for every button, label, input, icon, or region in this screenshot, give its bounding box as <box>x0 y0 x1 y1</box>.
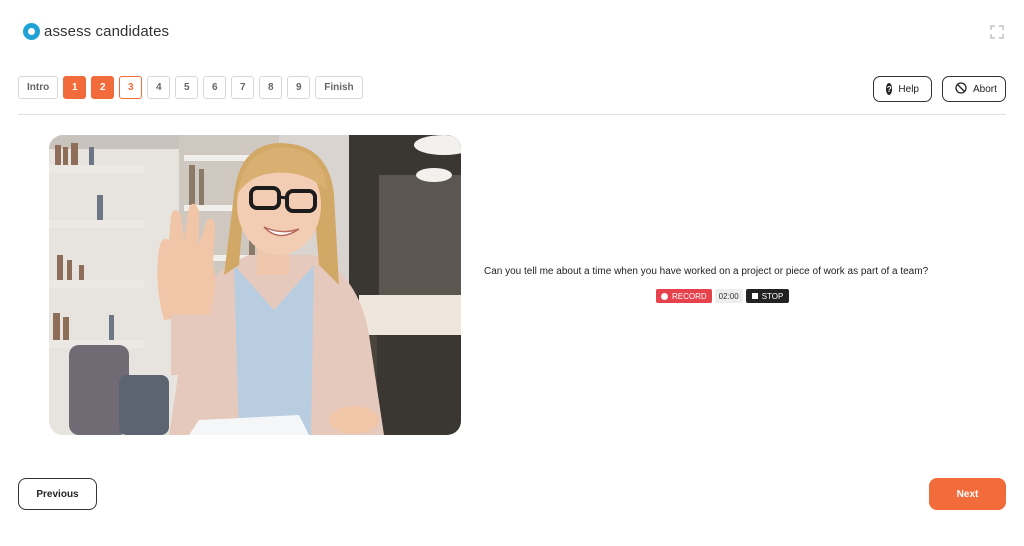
previous-button[interactable]: Previous <box>18 478 97 510</box>
recorder-controls: RECORD 02:00 STOP <box>656 289 790 303</box>
abort-icon <box>955 81 967 97</box>
next-button[interactable]: Next <box>929 478 1006 510</box>
record-dot-icon <box>661 292 668 300</box>
header-divider <box>18 114 1006 115</box>
step-8[interactable]: 8 <box>259 76 283 99</box>
help-label: Help <box>898 83 919 95</box>
brand-logo: assess candidates <box>23 23 169 40</box>
record-button[interactable]: RECORD <box>656 289 712 303</box>
stop-label: STOP <box>761 291 784 301</box>
stop-button[interactable]: STOP <box>745 289 790 303</box>
stop-square-icon <box>751 293 758 299</box>
step-1[interactable]: 1 <box>63 76 87 99</box>
step-navigation: Intro 1 2 3 4 5 6 7 8 9 Finish <box>18 76 363 99</box>
step-2[interactable]: 2 <box>91 76 115 99</box>
step-finish[interactable]: Finish <box>315 76 363 99</box>
step-6[interactable]: 6 <box>203 76 227 99</box>
record-label: RECORD <box>672 291 707 301</box>
record-timer: 02:00 <box>714 289 743 303</box>
step-7[interactable]: 7 <box>231 76 255 99</box>
question-text: Can you tell me about a time when you ha… <box>484 266 929 277</box>
logo-mark-icon <box>23 23 40 40</box>
step-5[interactable]: 5 <box>175 76 199 99</box>
step-4[interactable]: 4 <box>147 76 171 99</box>
step-9[interactable]: 9 <box>287 76 311 99</box>
step-3[interactable]: 3 <box>119 76 143 99</box>
interviewer-image <box>49 135 461 435</box>
brand-name: assess candidates <box>44 23 170 40</box>
interviewer-video <box>49 135 461 435</box>
step-intro[interactable]: Intro <box>18 76 59 99</box>
expand-icon[interactable] <box>990 25 1004 39</box>
help-icon: ? <box>886 83 893 95</box>
help-button[interactable]: ? Help <box>873 76 932 102</box>
abort-label: Abort <box>973 83 997 95</box>
abort-button[interactable]: Abort <box>942 76 1006 102</box>
